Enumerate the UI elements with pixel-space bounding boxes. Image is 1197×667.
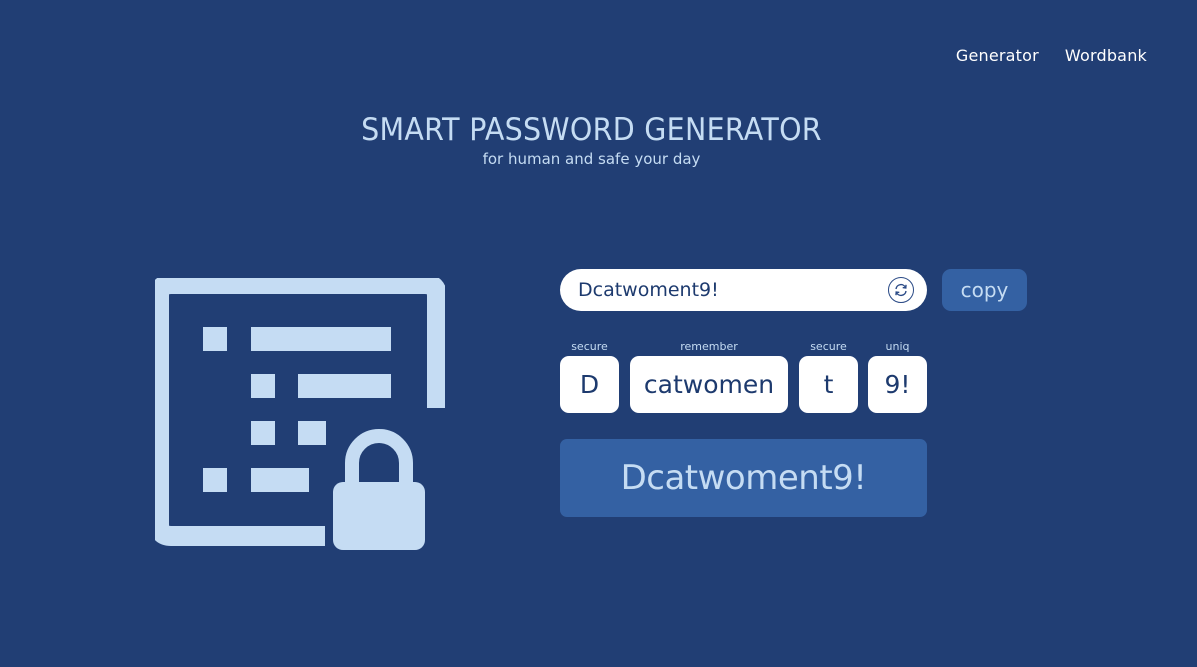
chunk-label-uniq: uniq [885, 340, 910, 353]
nav-generator-link[interactable]: Generator [956, 46, 1039, 65]
chunk-secure-2[interactable]: t [799, 356, 858, 413]
hero: SMART PASSWORD GENERATOR for human and s… [0, 112, 1183, 168]
copy-button[interactable]: copy [942, 269, 1027, 311]
top-nav: Generator Wordbank [956, 46, 1147, 65]
chunk-secure[interactable]: D [560, 356, 619, 413]
password-input[interactable] [576, 278, 881, 302]
chunk-remember[interactable]: catwomen [630, 356, 788, 413]
chunk-label-secure-2: secure [810, 340, 847, 353]
chunk-labels: secure remember secure uniq [560, 340, 930, 354]
refresh-icon[interactable] [888, 277, 914, 303]
password-field [560, 269, 927, 311]
chunk-label-remember: remember [680, 340, 738, 353]
nav-wordbank-link[interactable]: Wordbank [1065, 46, 1147, 65]
page-title: SMART PASSWORD GENERATOR [361, 112, 822, 148]
chunk-label-secure: secure [571, 340, 608, 353]
chunk-uniq[interactable]: 9! [868, 356, 927, 413]
page-subtitle: for human and safe your day [482, 150, 701, 168]
password-list-lock-icon [149, 274, 447, 558]
generated-password-display: Dcatwoment9! [560, 439, 927, 517]
